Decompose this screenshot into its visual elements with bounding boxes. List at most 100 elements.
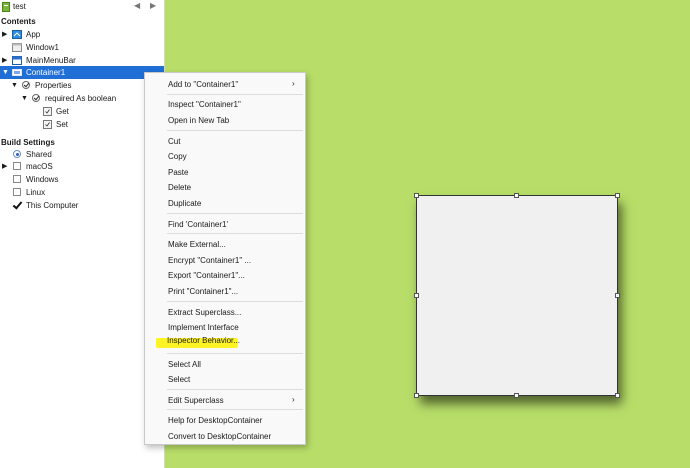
disclosure-down-icon[interactable]: ▼ [2, 66, 9, 79]
menu-item-label: Edit Superclass [168, 396, 224, 405]
menu-separator [167, 389, 303, 390]
project-header: test ◀ ▶ [0, 0, 164, 14]
build-target-label: macOS [26, 162, 53, 171]
this-computer-checkbox[interactable] [13, 201, 21, 209]
build-target-linux[interactable]: Linux [0, 186, 164, 199]
menu-item-print[interactable]: Print "Container1"... [145, 284, 305, 298]
submenu-arrow-icon: › [292, 79, 295, 88]
menu-item-label: Paste [168, 168, 189, 177]
navigator-item-label: Get [56, 107, 69, 116]
resize-handle-top-middle[interactable] [514, 193, 519, 198]
resize-handle-top-left[interactable] [414, 193, 419, 198]
window-icon [12, 43, 22, 52]
disclosure-right-icon[interactable]: ▶ [2, 28, 7, 41]
menu-item-make-external[interactable]: Make External... [145, 237, 305, 251]
menu-item-extract-superclass[interactable]: Extract Superclass... [145, 305, 305, 319]
submenu-arrow-icon: › [292, 395, 295, 404]
app-icon [12, 30, 22, 39]
back-arrow-icon[interactable]: ◀ [134, 1, 140, 10]
menu-item-help[interactable]: Help for DesktopContainer [145, 413, 305, 427]
menu-item-copy[interactable]: Copy [145, 149, 305, 163]
navigator-item-app[interactable]: ▶ App [0, 28, 164, 41]
resize-handle-bottom-left[interactable] [414, 393, 419, 398]
disclosure-right-icon[interactable]: ▶ [2, 160, 7, 173]
menu-item-paste[interactable]: Paste [145, 165, 305, 179]
navigator-item-get[interactable]: Get [0, 105, 164, 118]
menu-separator [167, 213, 303, 214]
resize-handle-bottom-middle[interactable] [514, 393, 519, 398]
navigator-item-set[interactable]: Set [0, 118, 164, 131]
project-navigator: test ◀ ▶ Contents ▶ App Window1 ▶ MainMe… [0, 0, 165, 468]
resize-handle-middle-left[interactable] [414, 293, 419, 298]
windows-checkbox[interactable] [13, 175, 21, 183]
disclosure-down-icon[interactable]: ▼ [21, 92, 28, 105]
build-target-label: Windows [26, 175, 59, 184]
resize-handle-top-right[interactable] [615, 193, 620, 198]
menu-separator [167, 301, 303, 302]
menu-item-open-new-tab[interactable]: Open in New Tab [145, 113, 305, 127]
container-icon [12, 69, 22, 76]
menu-item-label: Copy [168, 152, 187, 161]
menu-item-label: Export "Container1"... [168, 271, 245, 280]
check-icon [22, 81, 30, 89]
menubar-icon [12, 56, 22, 65]
macos-checkbox[interactable] [13, 162, 21, 170]
disclosure-down-icon[interactable]: ▼ [11, 79, 18, 92]
menu-item-label: Convert to DesktopContainer [168, 432, 272, 441]
menu-item-label: Add to "Container1" [168, 80, 239, 89]
resize-handle-middle-right[interactable] [615, 293, 620, 298]
menu-item-label: Help for DesktopContainer [168, 416, 263, 425]
inspector-behavior-highlighted-label[interactable]: Inspector Behavior... [167, 336, 240, 345]
menu-item-label: Print "Container1"... [168, 287, 239, 296]
menu-item-add-to[interactable]: Add to "Container1" › [145, 77, 305, 91]
navigator-item-label: Container1 [26, 68, 66, 77]
menu-item-label: Select All [168, 360, 201, 369]
navigator-item-properties[interactable]: ▼ Properties [0, 79, 164, 92]
build-target-this-computer[interactable]: This Computer [0, 199, 164, 212]
navigator-item-label: required As boolean [45, 94, 117, 103]
build-target-macos[interactable]: ▶ macOS [0, 160, 164, 173]
navigator-item-label: Set [56, 120, 69, 129]
menu-item-label: Inspect "Container1" [168, 100, 241, 109]
menu-item-delete[interactable]: Delete [145, 180, 305, 194]
container1-canvas-control[interactable] [416, 195, 618, 396]
resize-handle-bottom-right[interactable] [615, 393, 620, 398]
menu-item-duplicate[interactable]: Duplicate [145, 196, 305, 210]
menu-item-select-all[interactable]: Select All [145, 357, 305, 371]
menu-item-cut[interactable]: Cut [145, 134, 305, 148]
navigator-item-container1[interactable]: ▼ Container1 [0, 66, 164, 79]
menu-item-encrypt[interactable]: Encrypt "Container1" ... [145, 253, 305, 267]
menu-item-label: Encrypt "Container1" ... [168, 256, 252, 265]
menu-item-label: Find 'Container1' [168, 220, 228, 229]
menu-item-edit-superclass[interactable]: Edit Superclass › [145, 393, 305, 407]
navigator-item-property-required[interactable]: ▼ required As boolean [0, 92, 164, 105]
menu-separator [167, 353, 303, 354]
method-icon [43, 120, 52, 129]
context-menu: Add to "Container1" › Inspect "Container… [144, 72, 306, 445]
navigator-item-label: Properties [35, 81, 72, 90]
build-target-label: Linux [26, 188, 46, 197]
menu-item-implement-interface[interactable]: Implement Interface [145, 320, 305, 334]
linux-checkbox[interactable] [13, 188, 21, 196]
forward-arrow-icon[interactable]: ▶ [150, 1, 156, 10]
build-target-label: This Computer [26, 201, 79, 210]
menu-separator [167, 94, 303, 95]
menu-item-label: Implement Interface [168, 323, 239, 332]
build-target-windows[interactable]: Windows [0, 173, 164, 186]
contents-heading: Contents [1, 17, 36, 26]
navigator-item-window1[interactable]: Window1 [0, 41, 164, 54]
shared-radio[interactable] [13, 150, 21, 158]
menu-item-convert[interactable]: Convert to DesktopContainer [145, 429, 305, 443]
menu-item-find[interactable]: Find 'Container1' [145, 217, 305, 231]
menu-item-export[interactable]: Export "Container1"... [145, 268, 305, 282]
menu-separator [167, 233, 303, 234]
menu-item-select[interactable]: Select [145, 372, 305, 386]
method-icon [43, 107, 52, 116]
navigator-item-label: App [26, 30, 41, 39]
menu-item-label: Select [168, 375, 191, 384]
menu-item-label: Make External... [168, 240, 226, 249]
menu-item-inspect[interactable]: Inspect "Container1" [145, 97, 305, 111]
project-name: test [13, 2, 26, 11]
menu-separator [167, 409, 303, 410]
menu-item-label: Cut [168, 137, 181, 146]
